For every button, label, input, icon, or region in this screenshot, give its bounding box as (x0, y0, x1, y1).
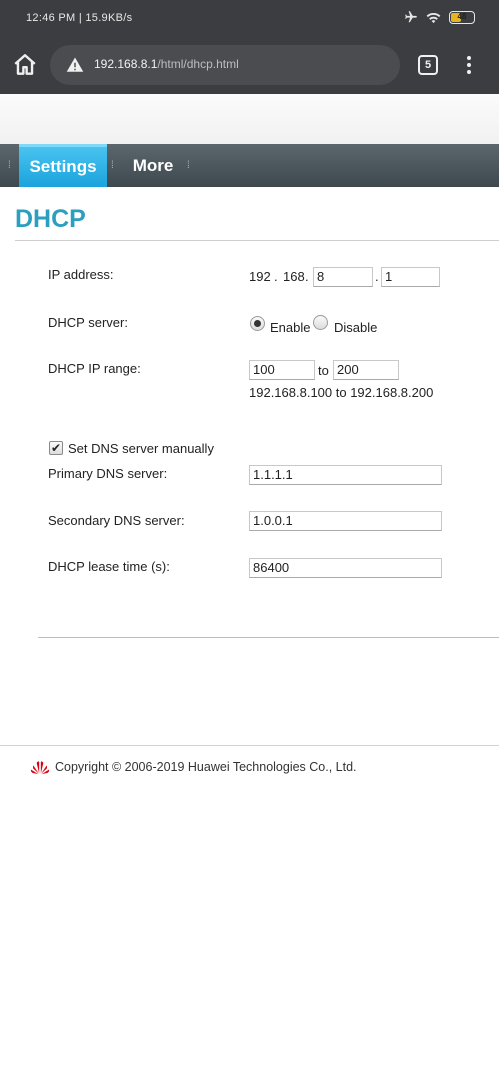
battery-level: 48 (457, 11, 467, 21)
secondary-dns-input[interactable]: 1.0.0.1 (249, 511, 442, 531)
form-divider (38, 637, 499, 638)
primary-dns-label: Primary DNS server: (48, 466, 168, 481)
lease-time-label: DHCP lease time (s): (48, 559, 170, 574)
dns-manual-label[interactable]: Set DNS server manually (68, 441, 214, 456)
tab-settings[interactable]: Settings (19, 144, 107, 187)
tab-switcher-button[interactable]: 5 (418, 55, 438, 75)
primary-dns-input[interactable]: 1.1.1.1 (249, 465, 442, 485)
main-nav: ⁞ Settings ⁞ More ⁞ (0, 144, 499, 187)
home-icon[interactable] (12, 52, 38, 78)
enable-radio[interactable] (250, 316, 265, 331)
disable-label[interactable]: Disable (334, 320, 377, 335)
ip-dot: . (274, 269, 278, 284)
disable-radio[interactable] (313, 315, 328, 330)
nav-separator: ⁞ (187, 160, 190, 171)
ip-octet-3-input[interactable]: 8 (313, 267, 373, 287)
url-host: 192.168.8.1 (94, 57, 158, 71)
dns-manual-checkbox[interactable]: ✔ (49, 441, 63, 455)
status-bar: 12:46 PM | 15.9KB/s 48 (0, 0, 499, 36)
copyright-text: Copyright © 2006-2019 Huawei Technologie… (55, 760, 357, 774)
ip-range-summary: 192.168.8.100 to 192.168.8.200 (249, 385, 434, 400)
warning-icon[interactable] (66, 56, 84, 74)
page-header-band (0, 94, 499, 144)
ip-range-label: DHCP IP range: (48, 361, 141, 376)
wifi-icon (426, 12, 441, 23)
huawei-logo-icon (30, 761, 50, 775)
enable-label[interactable]: Enable (270, 320, 310, 335)
url-text[interactable]: 192.168.8.1/html/dhcp.html (94, 57, 239, 71)
battery-icon: 48 (449, 10, 475, 24)
page-title: DHCP (15, 205, 86, 233)
ip-range-end-input[interactable]: 200 (333, 360, 399, 380)
secondary-dns-label: Secondary DNS server: (48, 513, 185, 528)
footer-divider (0, 745, 499, 746)
ip-range-to-label: to (318, 363, 329, 378)
browser-toolbar: 192.168.8.1/html/dhcp.html 5 (0, 36, 499, 94)
ip-octet-1: 192 (249, 269, 271, 284)
status-time-speed: 12:46 PM | 15.9KB/s (26, 12, 133, 24)
dhcp-server-label: DHCP server: (48, 315, 128, 330)
ip-dot: . (305, 269, 309, 284)
status-icons: 48 (404, 10, 475, 24)
nav-separator: ⁞ (8, 160, 11, 171)
title-divider (15, 240, 499, 241)
ip-range-start-input[interactable]: 100 (249, 360, 315, 380)
lease-time-input[interactable]: 86400 (249, 558, 442, 578)
tab-more[interactable]: More (124, 144, 182, 187)
nav-separator: ⁞ (111, 160, 114, 171)
overflow-menu-icon[interactable] (462, 54, 476, 76)
ip-octet-4-input[interactable]: 1 (381, 267, 440, 287)
airplane-icon (405, 11, 417, 23)
ip-octet-2: 168 (283, 269, 305, 284)
ip-dot: . (375, 269, 379, 284)
ip-address-label: IP address: (48, 267, 114, 282)
address-bar[interactable]: 192.168.8.1/html/dhcp.html (50, 45, 400, 85)
url-path: /html/dhcp.html (157, 57, 239, 71)
